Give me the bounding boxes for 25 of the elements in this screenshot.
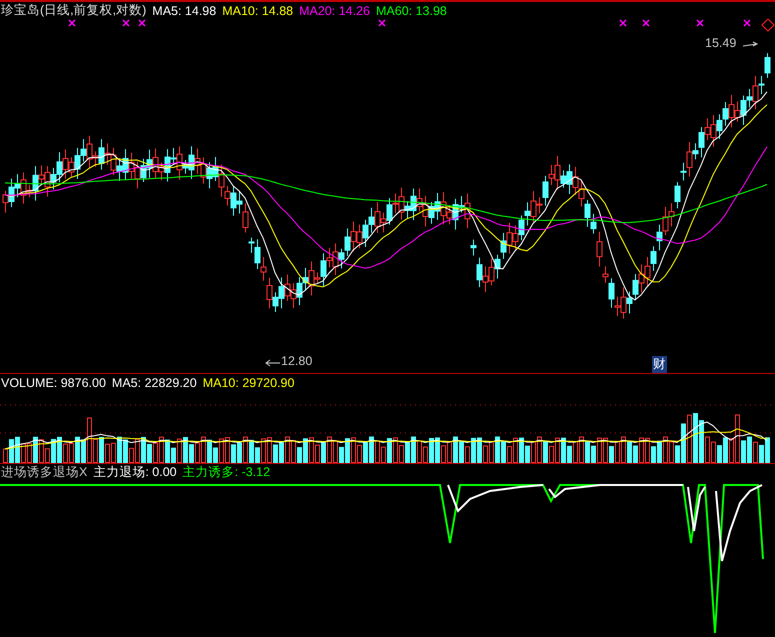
cross-marker-icon: [378, 19, 386, 27]
indicator-value: MA10: 29720.90: [202, 376, 294, 390]
indicator-value: 主力诱多: -3.12: [182, 464, 270, 481]
cross-marker-icon: [138, 19, 146, 27]
arrow-icon: [743, 41, 759, 49]
diamond-marker-icon: [761, 19, 775, 32]
indicator-value: MA10: 14.88: [222, 4, 294, 18]
high-price-label: 15.49: [705, 36, 736, 50]
indicator-value: MA60: 13.98: [376, 4, 447, 18]
cross-marker-icon: [122, 19, 130, 27]
cross-marker-icon: [642, 19, 650, 27]
cross-marker-icon: [619, 19, 627, 27]
chart-title: 珍宝岛(日线,前复权,对数): [1, 2, 146, 19]
indicator-value: VOLUME: 9876.00: [1, 376, 106, 390]
arrow-icon: [264, 359, 280, 367]
cross-marker-icon: [743, 19, 751, 27]
event-badge[interactable]: 财: [652, 356, 667, 373]
indicator-value: 主力退场: 0.00: [93, 464, 177, 481]
cross-marker-icon: [696, 19, 704, 27]
cross-marker-icon: [68, 19, 76, 27]
indicator-value: MA20: 14.26: [299, 4, 370, 18]
low-price-label: 12.80: [281, 354, 312, 368]
indicator-value: 进场诱多退场X: [1, 464, 88, 481]
indicator-value: MA5: 14.98: [152, 4, 216, 18]
indicator-value: MA5: 22829.20: [112, 376, 197, 390]
